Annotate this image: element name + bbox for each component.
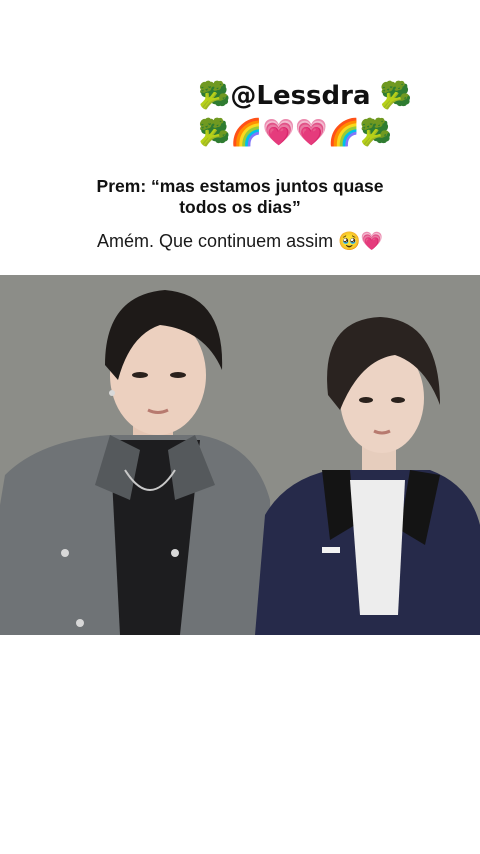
photo-illustration <box>0 275 480 635</box>
post-header: 🥦@Lessdra 🥦 🥦🌈💗💗🌈🥦 Prem: “mas estamos ju… <box>0 0 480 275</box>
author-handle: 🥦@Lessdra 🥦 <box>198 81 412 111</box>
quote-text: Prem: “mas estamos juntos quase todos os… <box>96 176 384 217</box>
caption-text: Amém. Que continuem assim 🥹💗 <box>97 231 383 251</box>
video-frame[interactable] <box>0 275 480 635</box>
blank-area <box>0 635 480 854</box>
emoji-decoration: 🥦🌈💗💗🌈🥦 <box>198 118 393 148</box>
